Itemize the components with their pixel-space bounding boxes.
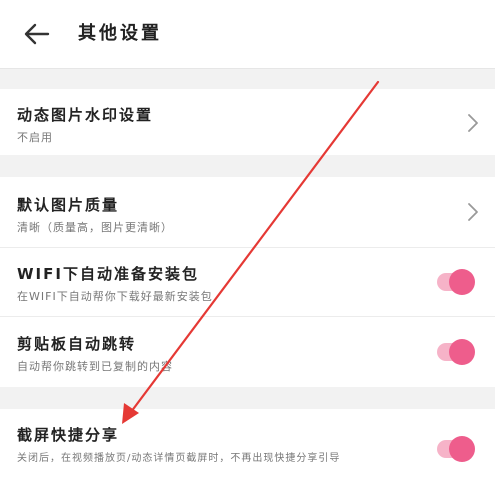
wifi-auto-download-toggle[interactable] <box>437 269 475 295</box>
setting-wifi-auto-download[interactable]: WIFI下自动准备安装包 在WIFI下自动帮你下载好最新安装包 <box>0 248 495 316</box>
chevron-right-icon <box>468 203 478 221</box>
top-bar: 其他设置 <box>0 0 495 69</box>
setting-label: WIFI下自动准备安装包 <box>17 265 199 283</box>
section-gap <box>0 387 495 409</box>
setting-label: 截屏快捷分享 <box>17 426 120 444</box>
section-gap <box>0 69 495 89</box>
setting-value: 不启用 <box>17 131 53 144</box>
section-gap <box>0 155 495 177</box>
back-arrow-icon[interactable] <box>22 20 52 48</box>
setting-label: 剪贴板自动跳转 <box>17 335 137 353</box>
page-title: 其他设置 <box>78 23 162 44</box>
chevron-right-icon <box>468 114 478 132</box>
setting-label: 默认图片质量 <box>17 196 120 214</box>
setting-screenshot-quick-share[interactable]: 截屏快捷分享 关闭后，在视频播放页/动态详情页截屏时，不再出现快捷分享引导 <box>0 409 495 490</box>
setting-description: 自动帮你跳转到已复制的内容 <box>17 360 173 373</box>
setting-clipboard-auto-jump[interactable]: 剪贴板自动跳转 自动帮你跳转到已复制的内容 <box>0 317 495 387</box>
setting-label: 动态图片水印设置 <box>17 106 154 124</box>
setting-description: 关闭后，在视频播放页/动态详情页截屏时，不再出现快捷分享引导 <box>17 453 341 464</box>
screenshot-quick-share-toggle[interactable] <box>437 436 475 462</box>
setting-default-image-quality[interactable]: 默认图片质量 清晰（质量高，图片更清晰） <box>0 177 495 247</box>
setting-value: 清晰（质量高，图片更清晰） <box>17 221 173 234</box>
setting-dynamic-image-watermark[interactable]: 动态图片水印设置 不启用 <box>0 89 495 155</box>
toggle-knob <box>449 339 475 365</box>
toggle-knob <box>449 269 475 295</box>
clipboard-auto-jump-toggle[interactable] <box>437 339 475 365</box>
toggle-knob <box>449 436 475 462</box>
setting-description: 在WIFI下自动帮你下载好最新安装包 <box>17 290 213 303</box>
